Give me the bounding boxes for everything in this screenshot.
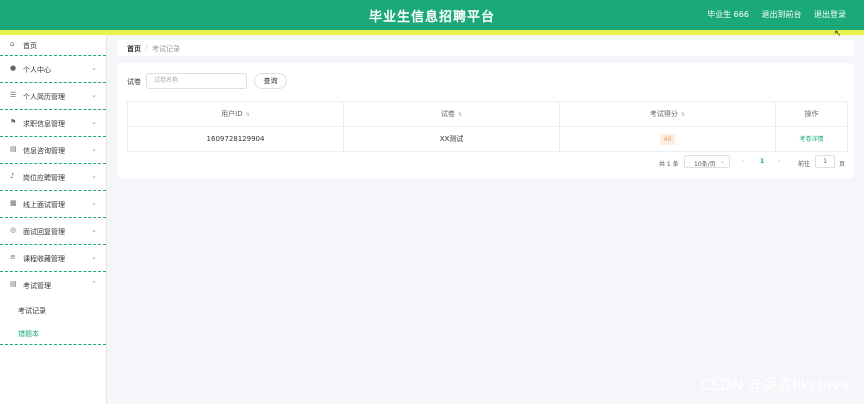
- sliders-icon: ≡: [10, 253, 16, 261]
- user-id-cell: 1609728129904: [127, 127, 344, 151]
- sort-icon[interactable]: ⇅: [681, 112, 685, 118]
- flag-icon: ⚑: [10, 118, 17, 126]
- accent-bar: [0, 30, 864, 35]
- sidebar-item-label: 个人简历管理: [23, 93, 65, 101]
- breadcrumb-current: 考试记录: [152, 45, 180, 53]
- column-header: 操作: [776, 102, 848, 126]
- sidebar-item-label: 考试管理: [23, 282, 51, 290]
- sidebar-item-label: 岗位应聘管理: [23, 174, 65, 182]
- column-header[interactable]: 考试得分 ⇅: [560, 102, 776, 126]
- table-header-row: 用户ID ⇅ 试卷 ⇅ 考试得分 ⇅ 操作: [127, 102, 848, 127]
- sidebar-item-label: 信息咨询管理: [23, 147, 65, 155]
- next-page-button[interactable]: ›: [778, 158, 780, 165]
- chevron-down-icon: ⌄: [91, 199, 97, 207]
- column-header[interactable]: 试卷 ⇅: [344, 102, 560, 126]
- sidebar-item-personal-center[interactable]: ● 个人中心 ⌄: [0, 56, 106, 83]
- sidebar-item-online-interview[interactable]: ▦ 线上面试管理 ⌄: [0, 191, 106, 218]
- mouse-cursor-icon: ↖: [834, 29, 842, 39]
- query-button[interactable]: 查询: [254, 73, 287, 89]
- sidebar-item-label: 求职信息管理: [23, 120, 65, 128]
- sort-icon[interactable]: ⇅: [458, 112, 462, 118]
- score-badge: 40: [659, 134, 676, 145]
- sidebar-item-job-info[interactable]: ⚑ 求职信息管理 ⌄: [0, 110, 106, 137]
- total-count: 共 1 条: [659, 161, 679, 168]
- table-row: 1609728129904 XX测试 40 考卷详情: [127, 127, 848, 152]
- chevron-down-icon: ⌄: [91, 118, 97, 126]
- sidebar-subitem-wrong-answers[interactable]: 错题本: [0, 321, 106, 345]
- sidebar-item-consult[interactable]: ▤ 信息咨询管理 ⌄: [0, 137, 106, 164]
- list-icon: ☰: [10, 91, 17, 99]
- sidebar-item-label: 个人中心: [23, 66, 51, 74]
- chevron-down-icon: ⌄: [91, 64, 97, 72]
- breadcrumb-separator: /: [145, 44, 148, 52]
- clipboard-icon: ▤: [10, 145, 17, 153]
- paper-cell: XX测试: [344, 127, 560, 151]
- sidebar-subitem-label: 错题本: [18, 330, 39, 338]
- chevron-down-icon: ⌄: [91, 172, 97, 180]
- sidebar-item-resume[interactable]: ☰ 个人简历管理 ⌄: [0, 83, 106, 110]
- sidebar-item-label: 首页: [23, 42, 37, 50]
- sidebar-item-interview-reply[interactable]: ◎ 面试回复管理 ⌄: [0, 218, 106, 245]
- sidebar-item-course-favorites[interactable]: ≡ 课程收藏管理 ⌄: [0, 245, 106, 272]
- microphone-icon: ♪: [10, 172, 15, 180]
- sidebar-item-label: 课程收藏管理: [23, 255, 65, 263]
- chevron-down-icon: ⌄: [719, 158, 725, 165]
- search-input[interactable]: 试卷名称: [146, 73, 247, 89]
- watermark: CSDN @吴言likeJava: [700, 376, 850, 394]
- chevron-down-icon: ⌄: [91, 91, 97, 99]
- username-label[interactable]: 毕业生 666: [707, 10, 749, 19]
- header-links: 毕业生 666 退出到前台 退出登录: [697, 9, 846, 20]
- chevron-down-icon: ⌄: [91, 145, 97, 153]
- clipboard-icon: ▤: [10, 280, 17, 288]
- globe-icon: ◎: [10, 226, 17, 234]
- action-cell: 考卷详情: [776, 127, 848, 151]
- score-cell: 40: [560, 127, 776, 151]
- sidebar-item-home[interactable]: ⌂ 首页: [0, 35, 106, 56]
- column-header[interactable]: 用户ID ⇅: [127, 102, 344, 126]
- user-icon: ●: [10, 64, 17, 72]
- sidebar-subitem-label: 考试记录: [18, 307, 46, 315]
- page-size-select[interactable]: 10条/页 ⌄: [684, 155, 730, 168]
- breadcrumb: 首页 / 考试记录: [118, 40, 854, 56]
- home-icon: ⌂: [10, 40, 15, 48]
- sidebar-item-label: 线上面试管理: [23, 201, 65, 209]
- main-panel: 试卷 试卷名称 查询 用户ID ⇅ 试卷 ⇅ 考试得分 ⇅ 操作 1609728129…: [118, 63, 854, 178]
- back-to-front-link[interactable]: 退出到前台: [761, 10, 801, 19]
- search-label: 试卷: [127, 78, 141, 86]
- sidebar-item-exam[interactable]: ▤ 考试管理 ⌃: [0, 272, 106, 298]
- top-header: 毕业生信息招聘平台 毕业生 666 退出到前台 退出登录: [0, 0, 864, 30]
- goto-page-input[interactable]: 1: [815, 155, 835, 168]
- goto-unit: 页: [839, 161, 846, 168]
- prev-page-button[interactable]: ‹: [742, 158, 744, 165]
- grid-icon: ▦: [10, 199, 17, 207]
- breadcrumb-home[interactable]: 首页: [127, 44, 141, 54]
- records-table: 用户ID ⇅ 试卷 ⇅ 考试得分 ⇅ 操作 1609728129904 XX测试 40…: [127, 101, 848, 152]
- sidebar-item-application[interactable]: ♪ 岗位应聘管理 ⌄: [0, 164, 106, 191]
- chevron-up-icon: ⌃: [91, 280, 97, 288]
- sidebar: ⌂ 首页 ● 个人中心 ⌄ ☰ 个人简历管理 ⌄ ⚑ 求职信息管理 ⌄ ▤ 信息…: [0, 35, 107, 404]
- sidebar-subitem-exam-records[interactable]: 考试记录: [0, 298, 106, 321]
- goto-label: 前往: [798, 161, 811, 168]
- chevron-down-icon: ⌄: [91, 253, 97, 261]
- page-number[interactable]: 1: [760, 158, 764, 165]
- chevron-down-icon: ⌄: [91, 226, 97, 234]
- sort-icon[interactable]: ⇅: [246, 112, 250, 118]
- sidebar-item-label: 面试回复管理: [23, 228, 65, 236]
- exam-details-link[interactable]: 考卷详情: [799, 136, 823, 143]
- logout-link[interactable]: 退出登录: [814, 10, 846, 19]
